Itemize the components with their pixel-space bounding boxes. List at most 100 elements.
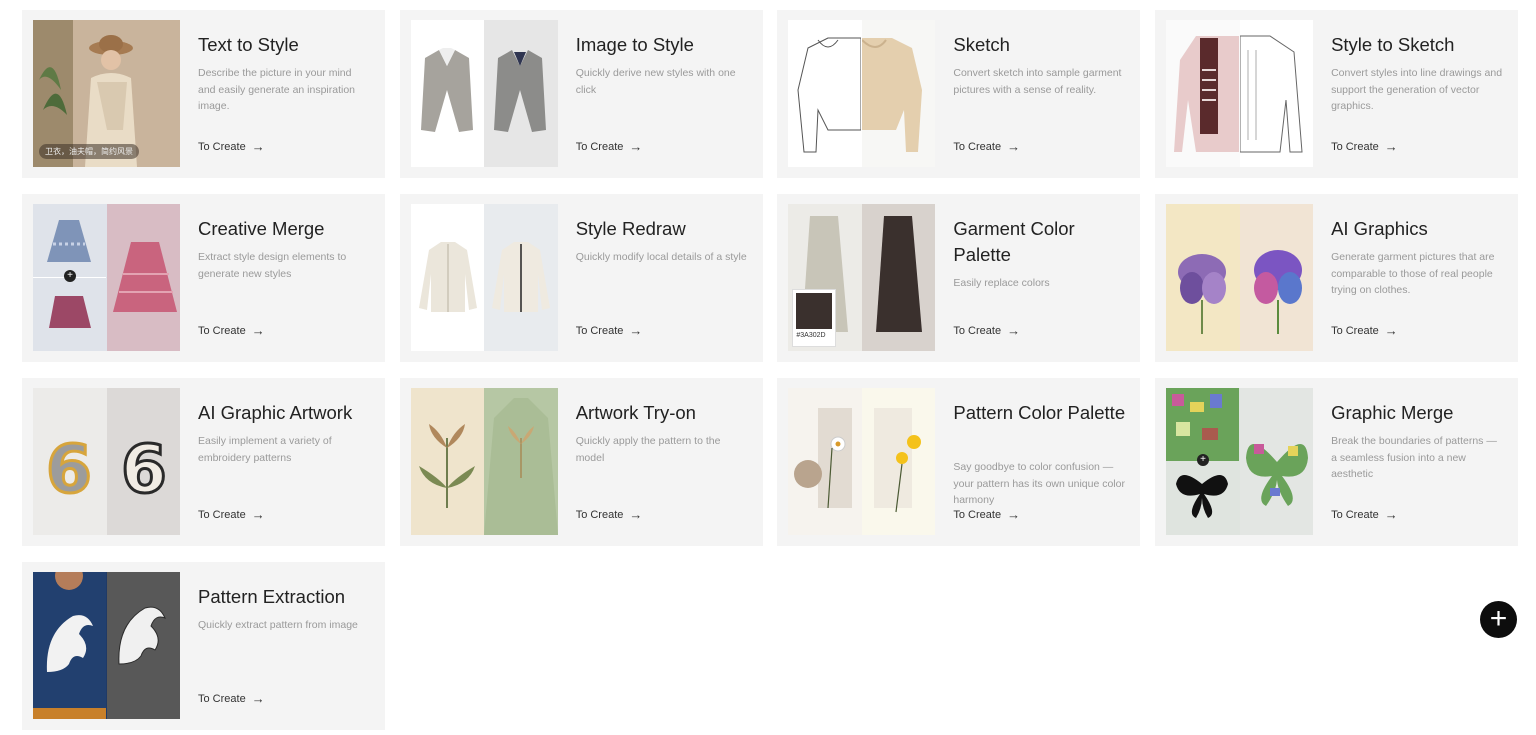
card-description: Convert sketch into sample garment pictu… <box>953 67 1122 96</box>
card-thumbnail <box>1166 20 1314 167</box>
to-create-link[interactable]: To Create → <box>576 140 643 153</box>
patterned-butterfly-image <box>1245 443 1308 506</box>
daisy-recolored-image <box>873 408 921 513</box>
plus-icon: + <box>64 270 76 282</box>
arrow-right-icon: → <box>251 139 265 154</box>
to-create-link[interactable]: To Create → <box>576 324 643 337</box>
card-image-to-style[interactable]: Image to Style Quickly derive new styles… <box>399 10 763 178</box>
to-create-link[interactable]: To Create → <box>198 508 265 521</box>
to-create-label: To Create <box>1331 508 1379 521</box>
card-description: Quickly modify local details of a style <box>575 251 747 263</box>
to-create-link[interactable]: To Create → <box>1331 324 1398 337</box>
card-title: AI Graphic Artwork <box>198 402 353 423</box>
jacket-redraw-image <box>492 242 551 312</box>
to-create-label: To Create <box>198 140 246 153</box>
card-title: Artwork Try-on <box>575 402 696 423</box>
card-title: Garment Color Palette <box>953 218 1075 265</box>
card-thumbnail <box>33 572 180 719</box>
iris-embroidery-image <box>1253 250 1302 334</box>
blazer-image <box>420 48 473 132</box>
card-thumbnail <box>788 388 936 535</box>
card-artwork-try-on[interactable]: Artwork Try-on Quickly apply the pattern… <box>399 378 763 546</box>
svg-text:6: 6 <box>121 431 167 508</box>
card-description: Quickly extract pattern from image <box>198 619 358 631</box>
arrow-right-icon: → <box>251 691 265 706</box>
card-pattern-extraction[interactable]: Pattern Extraction Quickly extract patte… <box>22 562 385 730</box>
arrow-right-icon: → <box>629 323 643 338</box>
arrow-right-icon: → <box>1007 507 1021 522</box>
arrow-right-icon: → <box>629 507 643 522</box>
color-swatch: #3A302D <box>792 289 837 347</box>
line-drawing-image <box>1239 35 1303 153</box>
iris-illustration-image <box>1178 254 1227 334</box>
arrow-right-icon: → <box>251 507 265 522</box>
card-thumbnail <box>1166 204 1314 351</box>
card-thumbnail: + <box>33 204 180 351</box>
to-create-link[interactable]: To Create → <box>953 508 1020 521</box>
card-description: Say goodbye to color confusion — your pa… <box>953 461 1125 506</box>
skirt-recolored-image <box>875 216 922 332</box>
card-text-to-style[interactable]: 卫衣，油夫帽，简约风景 Text to Style Describe the p… <box>22 10 385 178</box>
to-create-label: To Create <box>953 140 1002 153</box>
card-description: Break the boundaries of patterns — a sea… <box>1331 435 1497 480</box>
embroidered-six-image: 6 <box>119 430 168 510</box>
sketch-drawing-image <box>797 37 862 153</box>
card-creative-merge[interactable]: + Creative Merge Extract style design el… <box>22 194 385 362</box>
to-create-link[interactable]: To Create → <box>1331 140 1398 153</box>
card-style-redraw[interactable]: Style Redraw Quickly modify local detail… <box>399 194 763 362</box>
card-pattern-color-palette[interactable]: Pattern Color Palette Say goodbye to col… <box>777 378 1141 546</box>
to-create-link[interactable]: To Create → <box>953 324 1020 337</box>
tool-card-grid: 卫衣，油夫帽，简约风景 Text to Style Describe the p… <box>22 10 1519 730</box>
card-description: Quickly apply the pattern to the model <box>575 435 721 464</box>
horse-sweater-image <box>33 572 106 719</box>
card-description: Quickly derive new styles with one click <box>575 67 736 96</box>
to-create-label: To Create <box>953 324 1002 337</box>
merged-skirt-image <box>112 242 177 312</box>
card-title: Creative Merge <box>198 218 325 239</box>
card-thumbnail: 卫衣，油夫帽，简约风景 <box>33 20 180 167</box>
card-thumbnail <box>410 204 558 351</box>
card-title: AI Graphics <box>1331 218 1428 239</box>
arrow-right-icon: → <box>1007 323 1021 338</box>
card-style-to-sketch[interactable]: Style to Sketch Convert styles into line… <box>1155 10 1519 178</box>
card-thumbnail: + <box>1166 388 1314 535</box>
to-create-label: To Create <box>198 324 246 337</box>
garment-photo-image <box>1174 36 1240 152</box>
card-garment-color-palette[interactable]: #3A302D Garment Color Palette Easily rep… <box>777 194 1141 362</box>
card-title: Pattern Color Palette <box>953 402 1126 423</box>
to-create-link[interactable]: To Create → <box>198 140 265 153</box>
jacket-original-image <box>418 242 477 312</box>
card-ai-graphics[interactable]: AI Graphics Generate garment pictures th… <box>1155 194 1519 362</box>
card-thumbnail: 6 6 <box>33 388 180 535</box>
card-title: Sketch <box>953 34 1010 55</box>
to-create-label: To Create <box>198 692 246 705</box>
arrow-right-icon: → <box>1007 139 1021 154</box>
card-sketch[interactable]: Sketch Convert sketch into sample garmen… <box>777 10 1141 178</box>
to-create-link[interactable]: To Create → <box>198 324 265 337</box>
card-description: Describe the picture in your mind and ea… <box>198 67 356 112</box>
card-description: Easily implement a variety of embroidery… <box>198 435 332 464</box>
prompt-tag: 卫衣，油夫帽，简约风景 <box>39 144 139 159</box>
card-title: Graphic Merge <box>1331 402 1454 423</box>
card-description: Generate garment pictures that are compa… <box>1331 251 1495 296</box>
to-create-link[interactable]: To Create → <box>953 140 1020 153</box>
card-title: Text to Style <box>198 34 299 55</box>
to-create-label: To Create <box>575 140 624 153</box>
card-thumbnail <box>410 20 558 167</box>
swatch-chip <box>796 293 833 329</box>
card-description: Extract style design elements to generat… <box>198 251 347 280</box>
card-thumbnail: #3A302D <box>788 204 936 351</box>
to-create-link[interactable]: To Create → <box>576 508 643 521</box>
arrow-right-icon: → <box>1384 323 1398 338</box>
arrow-right-icon: → <box>1384 507 1398 522</box>
card-ai-graphic-artwork[interactable]: 6 6 AI Graphic Artwork Easily implement … <box>22 378 385 546</box>
to-create-link[interactable]: To Create → <box>198 692 265 705</box>
to-create-label: To Create <box>953 508 1002 521</box>
add-button[interactable]: + <box>1480 601 1517 638</box>
to-create-link[interactable]: To Create → <box>1331 508 1398 521</box>
plus-icon: + <box>1489 602 1508 635</box>
card-graphic-merge[interactable]: + Graphic Merge Break the boundaries of … <box>1155 378 1519 546</box>
card-thumbnail <box>410 388 558 535</box>
lily-artwork-image <box>418 424 475 508</box>
card-description: Easily replace colors <box>953 277 1050 289</box>
